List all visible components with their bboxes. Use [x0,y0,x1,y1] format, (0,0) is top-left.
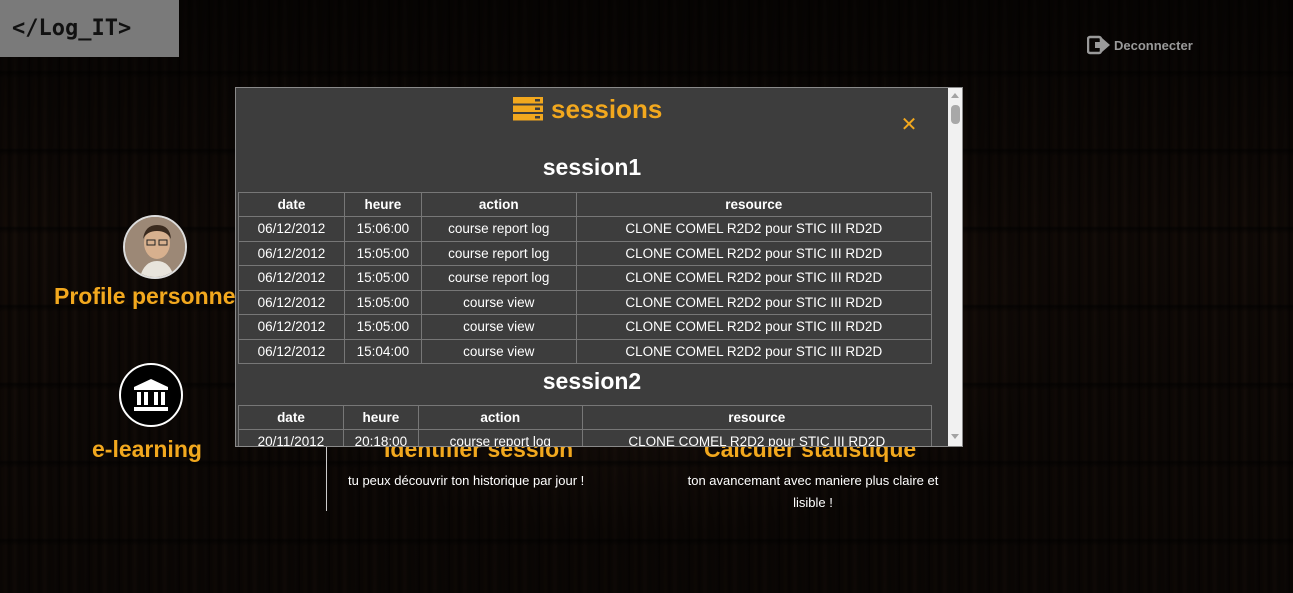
table-row: 06/12/2012 15:05:00 course view CLONE CO… [238,289,933,315]
table-header: date heure action resource [238,405,933,430]
logo-text: </Log_IT> [12,16,132,41]
server-icon [513,97,543,121]
column-header-resource: resource [581,405,933,430]
scroll-thumb[interactable] [951,105,960,124]
modal-title: sessions [513,92,662,126]
divider [326,445,327,511]
session-table: date heure action resource 20/11/2012 20… [238,405,933,446]
feature-desc-line: ton avancemant avec maniere plus claire … [687,473,939,488]
cell-heure: 15:04:00 [343,338,422,364]
session-title: session1 [542,154,642,180]
table-header: date heure action resource [238,192,933,217]
feature-desc-line: lisible ! [793,495,833,510]
scroll-down-icon[interactable] [951,434,959,439]
elearning-label[interactable]: e-learning [92,436,202,463]
cell-heure: 15:05:00 [343,289,422,315]
app-logo[interactable]: </Log_IT> [0,0,179,57]
cell-date: 06/12/2012 [238,289,345,315]
cell-heure: 15:05:00 [343,314,422,340]
cell-resource: CLONE COMEL R2D2 pour STIC III RD2D [575,289,933,315]
profile-label[interactable]: Profile personnel [54,283,242,310]
cell-action: course report log [420,216,577,242]
logout-label: Deconnecter [1114,37,1193,53]
scroll-up-icon[interactable] [951,93,959,98]
logout-button[interactable]: Deconnecter [1087,35,1193,55]
cell-action: course view [420,314,577,340]
column-header-heure: heure [343,192,422,217]
modal-scrollbar[interactable] [948,88,962,446]
bank-icon [134,379,168,411]
cell-resource: CLONE COMEL R2D2 pour STIC III RD2D [575,265,933,291]
elearning-button[interactable] [119,363,183,427]
cell-action: course view [420,338,577,364]
avatar[interactable] [123,215,187,279]
sessions-modal: sessions ✕ session1 date heure action re… [235,87,963,447]
table-row: 06/12/2012 15:05:00 course report log CL… [238,265,933,291]
cell-resource: CLONE COMEL R2D2 pour STIC III RD2D [575,216,933,242]
cell-date: 06/12/2012 [238,265,345,291]
session-title: session2 [542,368,642,394]
cell-resource: CLONE COMEL R2D2 pour STIC III RD2D [575,338,933,364]
cell-heure: 15:06:00 [343,216,422,242]
cell-date: 06/12/2012 [238,240,345,266]
cell-resource: CLONE COMEL R2D2 pour STIC III RD2D [581,429,933,446]
table-row: 06/12/2012 15:04:00 course view CLONE CO… [238,338,933,364]
cell-date: 06/12/2012 [238,216,345,242]
column-header-resource: resource [575,192,933,217]
column-header-heure: heure [342,405,419,430]
table-row: 06/12/2012 15:06:00 course report log CL… [238,216,933,242]
cell-action: course view [420,289,577,315]
cell-date: 06/12/2012 [238,314,345,340]
feature-desc-statistics: ton avancemant avec maniere plus claire … [676,470,950,514]
cell-action: course report log [420,240,577,266]
column-header-date: date [238,405,344,430]
cell-resource: CLONE COMEL R2D2 pour STIC III RD2D [575,314,933,340]
logout-icon [1087,35,1110,55]
modal-title-text: sessions [551,93,663,124]
cell-heure: 20:18:00 [342,429,419,446]
cell-heure: 15:05:00 [343,240,422,266]
cell-date: 06/12/2012 [238,338,345,364]
modal-content: sessions ✕ session1 date heure action re… [236,88,948,446]
cell-resource: CLONE COMEL R2D2 pour STIC III RD2D [575,240,933,266]
feature-desc-identify-session: tu peux découvrir ton historique par jou… [348,473,585,488]
table-row: 20/11/2012 20:18:00 course report log CL… [238,429,933,446]
cell-date: 20/11/2012 [238,429,344,446]
column-header-action: action [417,405,583,430]
close-icon[interactable]: ✕ [900,114,918,134]
table-row: 06/12/2012 15:05:00 course view CLONE CO… [238,314,933,340]
column-header-action: action [420,192,577,217]
cell-action: course report log [420,265,577,291]
session-table: date heure action resource 06/12/2012 15… [238,192,933,364]
table-row: 06/12/2012 15:05:00 course report log CL… [238,240,933,266]
column-header-date: date [238,192,345,217]
cell-heure: 15:05:00 [343,265,422,291]
cell-action: course report log [417,429,583,446]
